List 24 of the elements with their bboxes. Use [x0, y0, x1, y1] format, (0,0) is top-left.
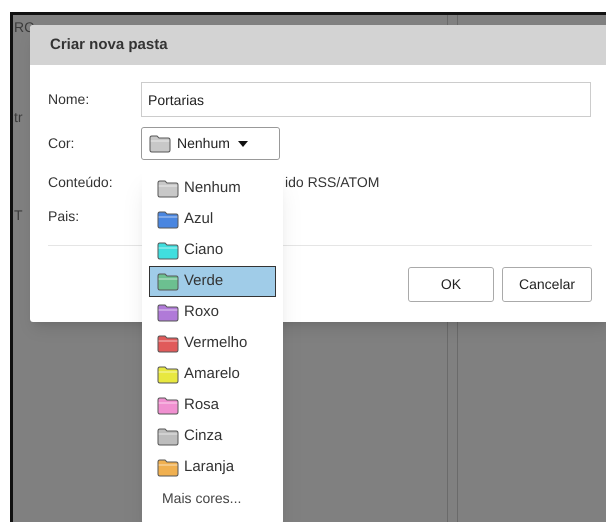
more-colors-item[interactable]: Mais cores... — [149, 483, 276, 514]
field-label: Nome: — [48, 90, 90, 109]
field-label: Cor: — [48, 134, 76, 153]
dropdown-item[interactable]: Nenhum — [149, 173, 276, 204]
dropdown-item[interactable]: Vermelho — [149, 328, 276, 359]
dropdown-item[interactable]: Laranja — [149, 452, 276, 483]
name-field[interactable]: Portarias — [141, 82, 591, 117]
background-text: T — [14, 208, 23, 222]
field-label: Pais: — [48, 206, 80, 226]
field-value: ido RSS/ATOM — [285, 172, 380, 192]
dialog-title: Criar nova pasta — [50, 34, 168, 55]
ok-button[interactable]: OK — [408, 267, 494, 302]
dropdown-item[interactable]: Verde — [149, 266, 276, 297]
dropdown-item[interactable]: Ciano — [149, 235, 276, 266]
field-label: Conteúdo: — [48, 172, 114, 192]
dropdown-item[interactable]: Rosa — [149, 390, 276, 421]
background-text: tr — [14, 110, 23, 124]
dropdown-item[interactable]: Roxo — [149, 297, 276, 328]
color-select[interactable]: Nenhum — [141, 127, 280, 160]
dropdown-item[interactable]: Cinza — [149, 421, 276, 452]
dropdown-item[interactable]: Amarelo — [149, 359, 276, 390]
caret-icon — [238, 140, 248, 146]
dropdown-item[interactable]: Azul — [149, 204, 276, 235]
cancel-button[interactable]: Cancelar — [502, 267, 592, 302]
